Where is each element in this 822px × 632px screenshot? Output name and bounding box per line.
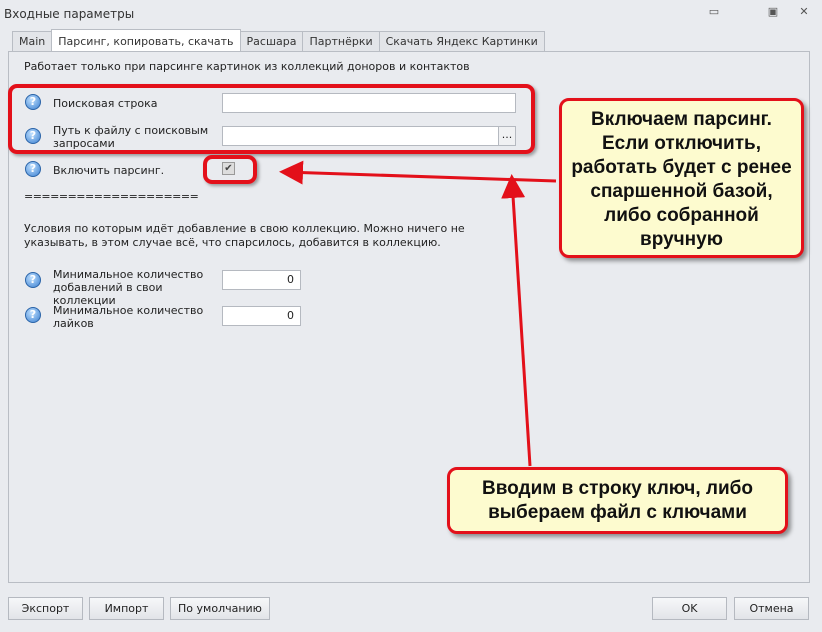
ok-button[interactable]: OK [652,597,727,620]
annotation-arrows [279,160,557,467]
export-button[interactable]: Экспорт [8,597,83,620]
arrow-to-checkbox [279,160,557,185]
callout-search-input: Вводим в строку ключ, либо выбераем файл… [447,467,788,534]
callout-enable-parsing: Включаем парсинг. Если отключить, работа… [559,98,804,258]
defaults-button[interactable]: По умолчанию [170,597,270,620]
import-button[interactable]: Импорт [89,597,164,620]
arrow-to-inputs [501,174,532,467]
cancel-button[interactable]: Отмена [734,597,809,620]
